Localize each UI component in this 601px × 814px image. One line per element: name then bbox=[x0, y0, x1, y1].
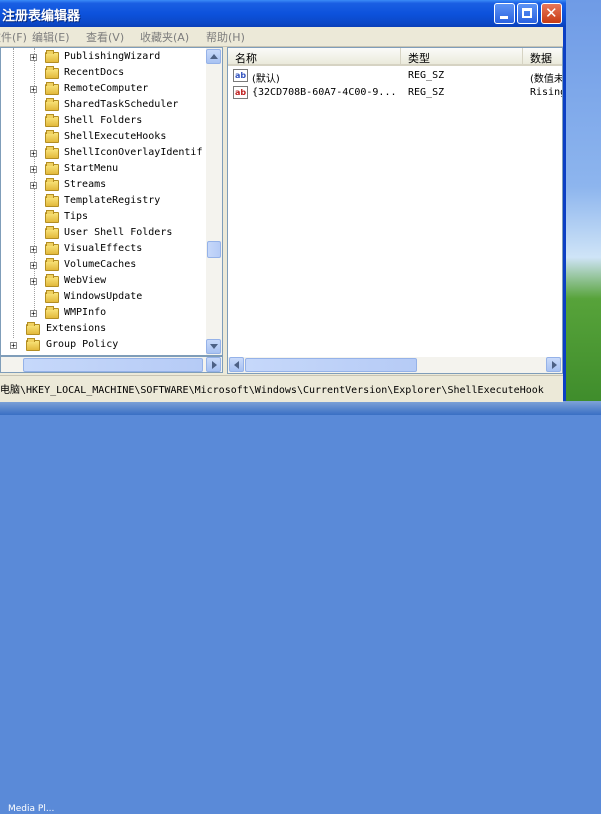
tree-item-label: TemplateRegistry bbox=[64, 195, 161, 206]
value-data: Rising bbox=[530, 87, 563, 98]
folder-icon bbox=[45, 66, 59, 79]
registry-editor-window: 注册表编辑器 ✕ 文件(F) 编辑(E) 查看(V) 收藏夹(A) 帮助(H) … bbox=[0, 0, 566, 402]
close-icon: ✕ bbox=[545, 4, 558, 22]
value-name: (默认) bbox=[252, 74, 280, 85]
folder-icon bbox=[45, 162, 59, 175]
scroll-thumb[interactable] bbox=[207, 241, 221, 258]
folder-icon bbox=[45, 146, 59, 159]
list-horizontal-scrollbar[interactable] bbox=[228, 357, 562, 373]
tree-item-label: Shell Folders bbox=[64, 115, 143, 126]
tree-guide-line bbox=[13, 48, 14, 338]
value-type: REG_SZ bbox=[408, 70, 445, 81]
folder-icon bbox=[45, 98, 59, 111]
column-header-name[interactable]: 名称 bbox=[228, 48, 401, 66]
scroll-up-button[interactable] bbox=[206, 49, 221, 64]
folder-icon bbox=[45, 130, 59, 143]
expand-toggle-icon[interactable]: + bbox=[30, 246, 37, 254]
tree-item-label: PublishingWizard bbox=[64, 51, 161, 62]
minimize-icon bbox=[500, 16, 508, 19]
window-title: 注册表编辑器 bbox=[2, 9, 81, 24]
desktop-wallpaper bbox=[566, 0, 601, 415]
scroll-down-button[interactable] bbox=[206, 339, 221, 354]
tree-item-label: RecentDocs bbox=[64, 67, 125, 78]
tree-item-label: ShellIconOverlayIdentif bbox=[64, 147, 203, 158]
tree-horizontal-scrollbar[interactable] bbox=[0, 356, 223, 373]
expand-toggle-icon[interactable]: + bbox=[30, 310, 37, 318]
string-value-icon: ab bbox=[233, 69, 248, 82]
arrow-left-icon bbox=[234, 361, 239, 369]
expand-toggle-icon[interactable]: + bbox=[30, 182, 37, 190]
scroll-thumb-horizontal[interactable] bbox=[245, 358, 417, 372]
tree-item-label: RemoteComputer bbox=[64, 83, 149, 94]
menu-favorites[interactable]: 收藏夹(A) bbox=[140, 29, 189, 45]
folder-icon bbox=[45, 194, 59, 207]
minimize-button[interactable] bbox=[494, 3, 515, 24]
menu-view[interactable]: 查看(V) bbox=[86, 29, 124, 45]
folder-icon bbox=[45, 226, 59, 239]
expand-toggle-icon[interactable]: + bbox=[30, 150, 37, 158]
tree-item-label: VisualEffects bbox=[64, 243, 143, 254]
menu-edit[interactable]: 编辑(E) bbox=[32, 29, 70, 45]
expand-toggle-icon[interactable]: + bbox=[30, 166, 37, 174]
folder-icon bbox=[45, 258, 59, 271]
maximize-button[interactable] bbox=[517, 3, 538, 24]
taskbar: Media Pl... bbox=[0, 401, 601, 814]
tree-item-label: StartMenu bbox=[64, 163, 119, 174]
scroll-thumb-horizontal[interactable] bbox=[23, 358, 203, 372]
menu-help[interactable]: 帮助(H) bbox=[206, 29, 245, 45]
tree-item-label: Tips bbox=[64, 211, 89, 222]
folder-icon bbox=[26, 322, 40, 335]
close-button[interactable]: ✕ bbox=[541, 3, 562, 24]
folder-icon bbox=[45, 306, 59, 319]
folder-icon bbox=[26, 338, 40, 351]
column-header-data[interactable]: 数据 bbox=[523, 48, 562, 66]
tree-item-label: Extensions bbox=[46, 323, 107, 334]
value-type: REG_SZ bbox=[408, 87, 445, 98]
menu-file[interactable]: 文件(F) bbox=[0, 29, 27, 45]
expand-toggle-icon[interactable]: + bbox=[30, 54, 37, 62]
tree-item-label: User Shell Folders bbox=[64, 227, 173, 238]
value-name: {32CD708B-60A7-4C00-9... bbox=[252, 87, 397, 98]
folder-icon bbox=[45, 290, 59, 303]
arrow-up-icon bbox=[210, 54, 218, 59]
taskbar-item-label[interactable]: Media Pl... bbox=[8, 804, 54, 814]
folder-icon bbox=[45, 50, 59, 63]
column-header-type[interactable]: 类型 bbox=[401, 48, 523, 66]
current-key-path: 电脑\HKEY_LOCAL_MACHINE\SOFTWARE\Microsoft… bbox=[0, 385, 544, 396]
tree-item-label: WebView bbox=[64, 275, 107, 286]
arrow-right-icon bbox=[212, 361, 217, 369]
tree-item-label: ShellExecuteHooks bbox=[64, 131, 167, 142]
status-bar: 电脑\HKEY_LOCAL_MACHINE\SOFTWARE\Microsoft… bbox=[0, 375, 563, 402]
tree-item-label: VolumeCaches bbox=[64, 259, 137, 270]
folder-icon bbox=[45, 114, 59, 127]
tree-item-label: SharedTaskScheduler bbox=[64, 99, 179, 110]
menu-bar: 文件(F) 编辑(E) 查看(V) 收藏夹(A) 帮助(H) bbox=[0, 27, 563, 47]
scroll-right-button[interactable] bbox=[206, 357, 221, 372]
tree-item-label: Group Policy bbox=[46, 339, 119, 350]
tree-vertical-scrollbar[interactable] bbox=[206, 48, 222, 355]
folder-icon bbox=[45, 82, 59, 95]
tree-item-label: WindowsUpdate bbox=[64, 291, 143, 302]
arrow-down-icon bbox=[210, 344, 218, 349]
arrow-right-icon bbox=[552, 361, 557, 369]
expand-toggle-icon[interactable]: + bbox=[10, 342, 17, 350]
tree-item-label: WMPInfo bbox=[64, 307, 107, 318]
maximize-icon bbox=[522, 8, 532, 18]
scroll-right-button[interactable] bbox=[546, 357, 561, 372]
registry-key-tree[interactable]: + PublishingWizard RecentDocs + RemoteComput… bbox=[0, 47, 223, 356]
expand-toggle-icon[interactable]: + bbox=[30, 262, 37, 270]
folder-icon bbox=[45, 274, 59, 287]
scroll-left-button[interactable] bbox=[229, 357, 244, 372]
folder-icon bbox=[45, 242, 59, 255]
expand-toggle-icon[interactable]: + bbox=[30, 86, 37, 94]
title-bar[interactable]: 注册表编辑器 ✕ bbox=[0, 0, 566, 27]
value-data: (数值未 bbox=[530, 74, 563, 85]
expand-toggle-icon[interactable]: + bbox=[30, 278, 37, 286]
string-value-icon: ab bbox=[233, 86, 248, 99]
registry-value-list[interactable]: 名称 类型 数据 ab (默认) REG_SZ (数值未 ab {32CD708… bbox=[227, 47, 563, 374]
folder-icon bbox=[45, 178, 59, 191]
tree-item-label: Streams bbox=[64, 179, 107, 190]
folder-icon bbox=[45, 210, 59, 223]
